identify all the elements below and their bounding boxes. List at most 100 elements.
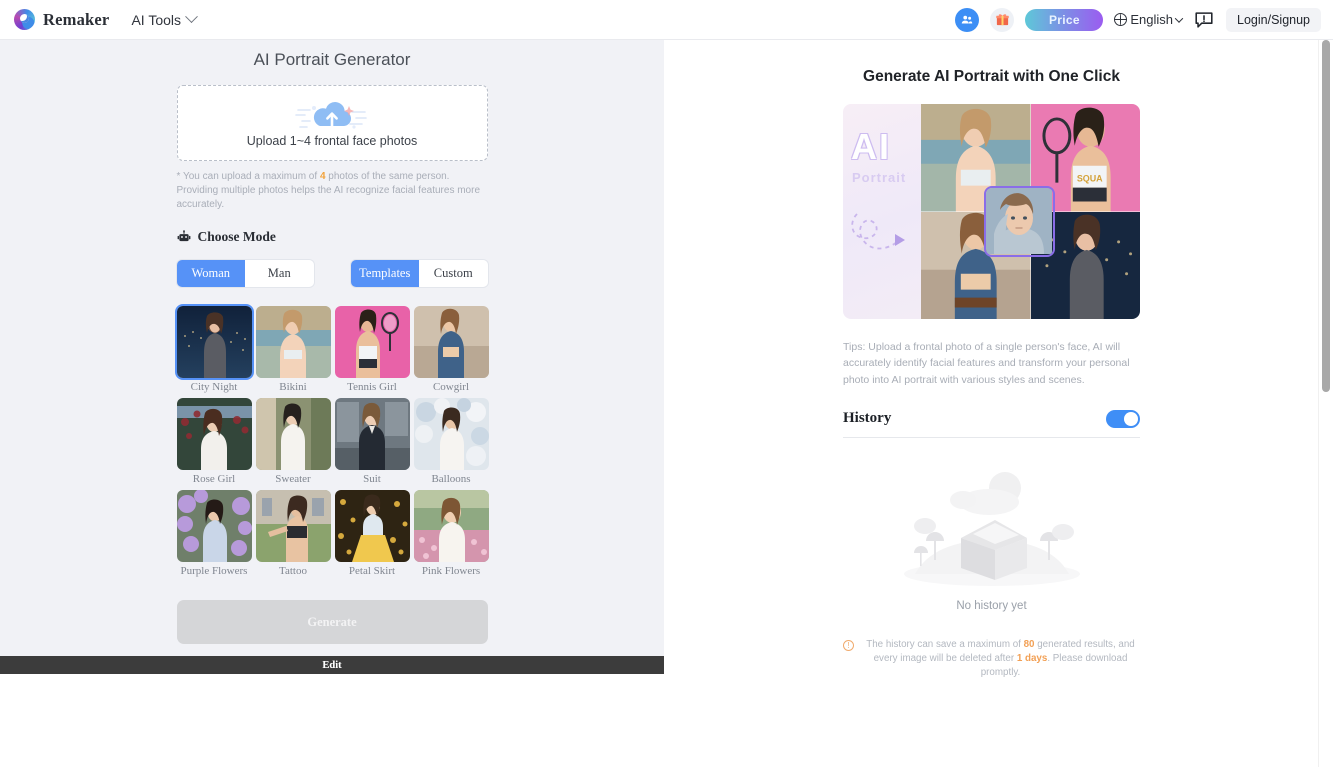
gender-option-woman[interactable]: Woman: [177, 260, 246, 287]
template-thumbnail: [256, 398, 331, 470]
template-edit-button[interactable]: Edit: [0, 656, 664, 674]
brand-name: Remaker: [43, 10, 109, 30]
template-name: Bikini: [256, 381, 331, 394]
upload-dropzone[interactable]: Upload 1~4 frontal face photos: [177, 85, 488, 161]
history-header: History: [843, 410, 1140, 438]
page-title: AI Portrait Generator: [0, 50, 664, 70]
svg-text:SQUA: SQUA: [1076, 174, 1102, 184]
template-card[interactable]: Edit Petal Skirt: [335, 490, 410, 578]
cloud-upload-glyph: [294, 100, 370, 136]
nav-ai-tools-label: AI Tools: [131, 12, 181, 28]
template-name: Tennis Girl: [335, 381, 410, 394]
template-name: Sweater: [256, 473, 331, 486]
login-signup-button[interactable]: Login/Signup: [1226, 8, 1321, 32]
nav-ai-tools[interactable]: AI Tools: [131, 12, 196, 28]
people-icon[interactable]: [955, 8, 979, 32]
source-segmented-control: Templates Custom: [351, 260, 488, 287]
generate-button[interactable]: Generate: [177, 600, 488, 644]
template-card[interactable]: Edit Sweater: [256, 398, 331, 486]
template-image-city-night: [177, 306, 252, 378]
page-scrollbar-track[interactable]: [1318, 40, 1333, 767]
template-name: Cowgirl: [414, 381, 489, 394]
feedback-bubble-icon[interactable]: [1193, 9, 1215, 31]
template-thumbnail: [414, 490, 489, 562]
upload-hint: * You can upload a maximum of 4 photos o…: [177, 170, 488, 213]
template-card[interactable]: Edit Tattoo: [256, 490, 331, 578]
template-card[interactable]: Edit Balloons: [414, 398, 489, 486]
gift-icon[interactable]: [990, 8, 1014, 32]
page-scrollbar-thumb[interactable]: [1322, 40, 1330, 392]
robot-glyph: [177, 230, 191, 244]
note-retention-days: 1 days: [1017, 653, 1048, 664]
right-panel-inner: Generate AI Portrait with One Click AI P…: [843, 68, 1140, 680]
template-image-bikini: [256, 306, 331, 378]
template-name: City Night: [177, 381, 252, 394]
info-icon: !: [843, 640, 854, 651]
template-name: Petal Skirt: [335, 565, 410, 578]
upload-hint-pre: * You can upload a maximum of: [177, 171, 320, 182]
template-thumbnail: [177, 306, 252, 378]
collage-portrait-word: Portrait: [852, 170, 906, 185]
template-thumbnail: [256, 306, 331, 378]
template-image-sweater: [256, 398, 331, 470]
chevron-down-icon: [185, 10, 198, 23]
template-name: Tattoo: [256, 565, 331, 578]
top-header: Remaker AI Tools Price English: [0, 0, 1333, 40]
history-note: ! The history can save a maximum of 80 g…: [843, 638, 1140, 681]
template-thumbnail: [414, 306, 489, 378]
template-card[interactable]: Edit Suit: [335, 398, 410, 486]
collage-face-overlay: [984, 186, 1055, 257]
right-panel-title: Generate AI Portrait with One Click: [843, 68, 1140, 86]
globe-icon: [1114, 13, 1127, 26]
template-image-rose-girl: [177, 398, 252, 470]
cloud-upload-icon: [294, 99, 370, 137]
collage-brand-tile: AI Portrait: [843, 104, 921, 319]
template-thumbnail: [256, 490, 331, 562]
promo-collage: AI Portrait: [843, 104, 1140, 319]
choose-mode-label: Choose Mode: [198, 229, 276, 245]
template-card[interactable]: Edit Tennis Girl: [335, 306, 410, 394]
template-card[interactable]: Edit Purple Flowers: [177, 490, 252, 578]
language-selector[interactable]: English: [1114, 12, 1182, 27]
feedback-glyph: [1193, 9, 1215, 31]
gender-option-man[interactable]: Man: [245, 260, 314, 287]
template-image-pink-flowers: [414, 490, 489, 562]
template-name: Suit: [335, 473, 410, 486]
template-thumbnail: [335, 398, 410, 470]
dashed-arrow-icon: [843, 204, 921, 294]
template-image-suit: [335, 398, 410, 470]
header-right-group: Price English Login/Signup: [955, 8, 1321, 32]
template-name: Rose Girl: [177, 473, 252, 486]
chevron-down-icon: [1175, 14, 1183, 22]
language-label: English: [1130, 12, 1173, 27]
history-title: History: [843, 410, 891, 427]
price-button[interactable]: Price: [1025, 9, 1103, 31]
template-card[interactable]: Edit Rose Girl: [177, 398, 252, 486]
template-image-purple-flowers: [177, 490, 252, 562]
gift-glyph: [995, 12, 1010, 27]
empty-box-landscape-illustration: [897, 460, 1087, 588]
template-thumbnail: [414, 398, 489, 470]
template-card[interactable]: Edit Bikini: [256, 306, 331, 394]
left-panel: AI Portrait Generator Upload 1~4 frontal…: [0, 40, 664, 674]
template-card[interactable]: Edit Cowgirl: [414, 306, 489, 394]
template-card[interactable]: Edit Pink Flowers: [414, 490, 489, 578]
brand-logo-group[interactable]: Remaker: [14, 9, 109, 30]
choose-mode-header: Choose Mode: [177, 229, 488, 245]
template-card[interactable]: Edit City Night: [177, 306, 252, 394]
source-option-custom[interactable]: Custom: [419, 260, 488, 287]
history-toggle[interactable]: [1106, 410, 1140, 428]
note-max-count: 80: [1024, 639, 1035, 650]
template-image-cowgirl: [414, 306, 489, 378]
template-image-tattoo: [256, 490, 331, 562]
template-image-tennis-girl: [335, 306, 410, 378]
right-panel: Generate AI Portrait with One Click AI P…: [664, 40, 1319, 767]
empty-state-text: No history yet: [956, 600, 1026, 612]
template-thumbnail: [177, 398, 252, 470]
remaker-logo-icon: [14, 9, 35, 30]
template-thumbnail: [335, 490, 410, 562]
template-thumbnail: [335, 306, 410, 378]
template-image-balloons: [414, 398, 489, 470]
source-option-templates[interactable]: Templates: [351, 260, 420, 287]
tips-text: Tips: Upload a frontal photo of a single…: [843, 339, 1140, 388]
